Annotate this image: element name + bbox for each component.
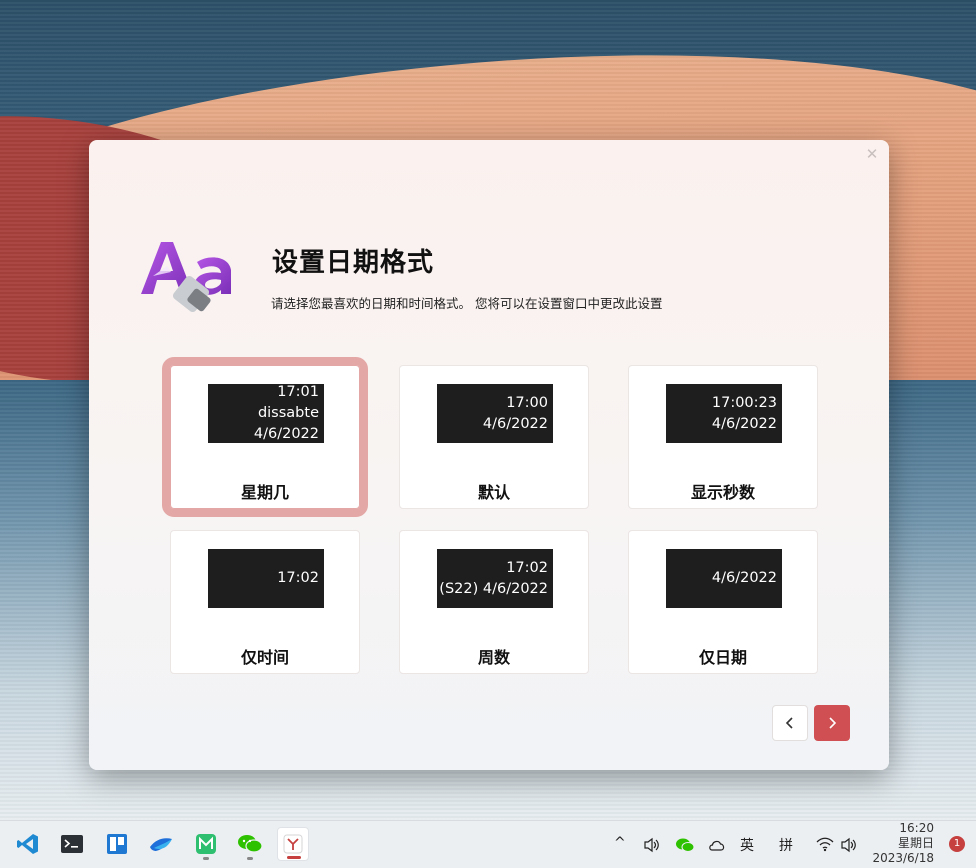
maps-app-icon[interactable] — [190, 827, 222, 861]
format-preview: 17:02 — [208, 549, 324, 608]
option-show-seconds[interactable]: 17:00:23 4/6/2022 显示秒数 — [628, 365, 818, 509]
close-button[interactable]: ✕ — [863, 145, 881, 163]
app-logo-icon — [141, 242, 231, 313]
chevron-left-icon — [785, 717, 793, 729]
terminal-icon[interactable] — [56, 827, 88, 861]
ime-indicator[interactable]: 拼 — [779, 835, 793, 855]
cloud-icon[interactable] — [708, 838, 726, 852]
format-preview: 17:02 (S22) 4/6/2022 — [437, 549, 553, 608]
next-button[interactable] — [814, 705, 850, 741]
format-preview: 17:01 dissabte 4/6/2022 — [208, 384, 324, 443]
format-preview: 4/6/2022 — [666, 549, 782, 608]
taskbar: ^ 英 拼 16:20 星期日 2023/6/18 1 — [0, 820, 976, 868]
board-app-icon[interactable] — [101, 827, 133, 861]
option-week-number[interactable]: 17:02 (S22) 4/6/2022 周数 — [399, 530, 589, 674]
clock-date: 2023/6/18 — [872, 851, 934, 865]
option-label: 仅日期 — [698, 648, 747, 667]
option-date-only[interactable]: 4/6/2022 仅日期 — [628, 530, 818, 674]
wifi-icon[interactable] — [816, 837, 834, 852]
dialog-subtitle: 请选择您最喜欢的日期和时间格式。 您将可以在设置窗口中更改此设置 — [271, 296, 663, 311]
app-y-icon[interactable] — [277, 827, 309, 861]
wechat-tray-icon[interactable] — [675, 836, 695, 854]
option-default[interactable]: 17:00 4/6/2022 默认 — [399, 365, 589, 509]
bird-app-icon[interactable] — [145, 827, 177, 861]
notification-badge[interactable]: 1 — [949, 836, 965, 852]
language-indicator[interactable]: 英 — [740, 835, 754, 855]
option-label: 显示秒数 — [690, 483, 755, 502]
speaker-icon[interactable] — [840, 837, 858, 853]
wechat-icon[interactable] — [234, 827, 266, 861]
option-label: 默认 — [477, 483, 510, 502]
chevron-right-icon — [829, 717, 837, 729]
option-label: 周数 — [477, 648, 510, 667]
vscode-icon[interactable] — [12, 827, 44, 861]
date-format-dialog: ✕ 设置日期格式 请选择您最喜欢的日期和时间格式。 您将可以在设置窗口中更改此设… — [89, 140, 889, 770]
system-clock[interactable]: 16:20 星期日 2023/6/18 — [864, 821, 934, 866]
option-weekday[interactable]: 17:01 dissabte 4/6/2022 星期几 — [162, 357, 368, 517]
format-preview: 17:00:23 4/6/2022 — [666, 384, 782, 443]
option-time-only[interactable]: 17:02 仅时间 — [170, 530, 360, 674]
option-label: 星期几 — [240, 483, 289, 502]
clock-time: 16:20 — [899, 821, 934, 835]
tray-overflow-chevron[interactable]: ^ — [614, 835, 626, 851]
option-label: 仅时间 — [240, 648, 289, 667]
format-preview: 17:00 4/6/2022 — [437, 384, 553, 443]
clock-weekday: 星期日 — [897, 836, 934, 850]
previous-button[interactable] — [772, 705, 808, 741]
dialog-title: 设置日期格式 — [272, 248, 435, 278]
volume-icon[interactable] — [643, 837, 661, 853]
